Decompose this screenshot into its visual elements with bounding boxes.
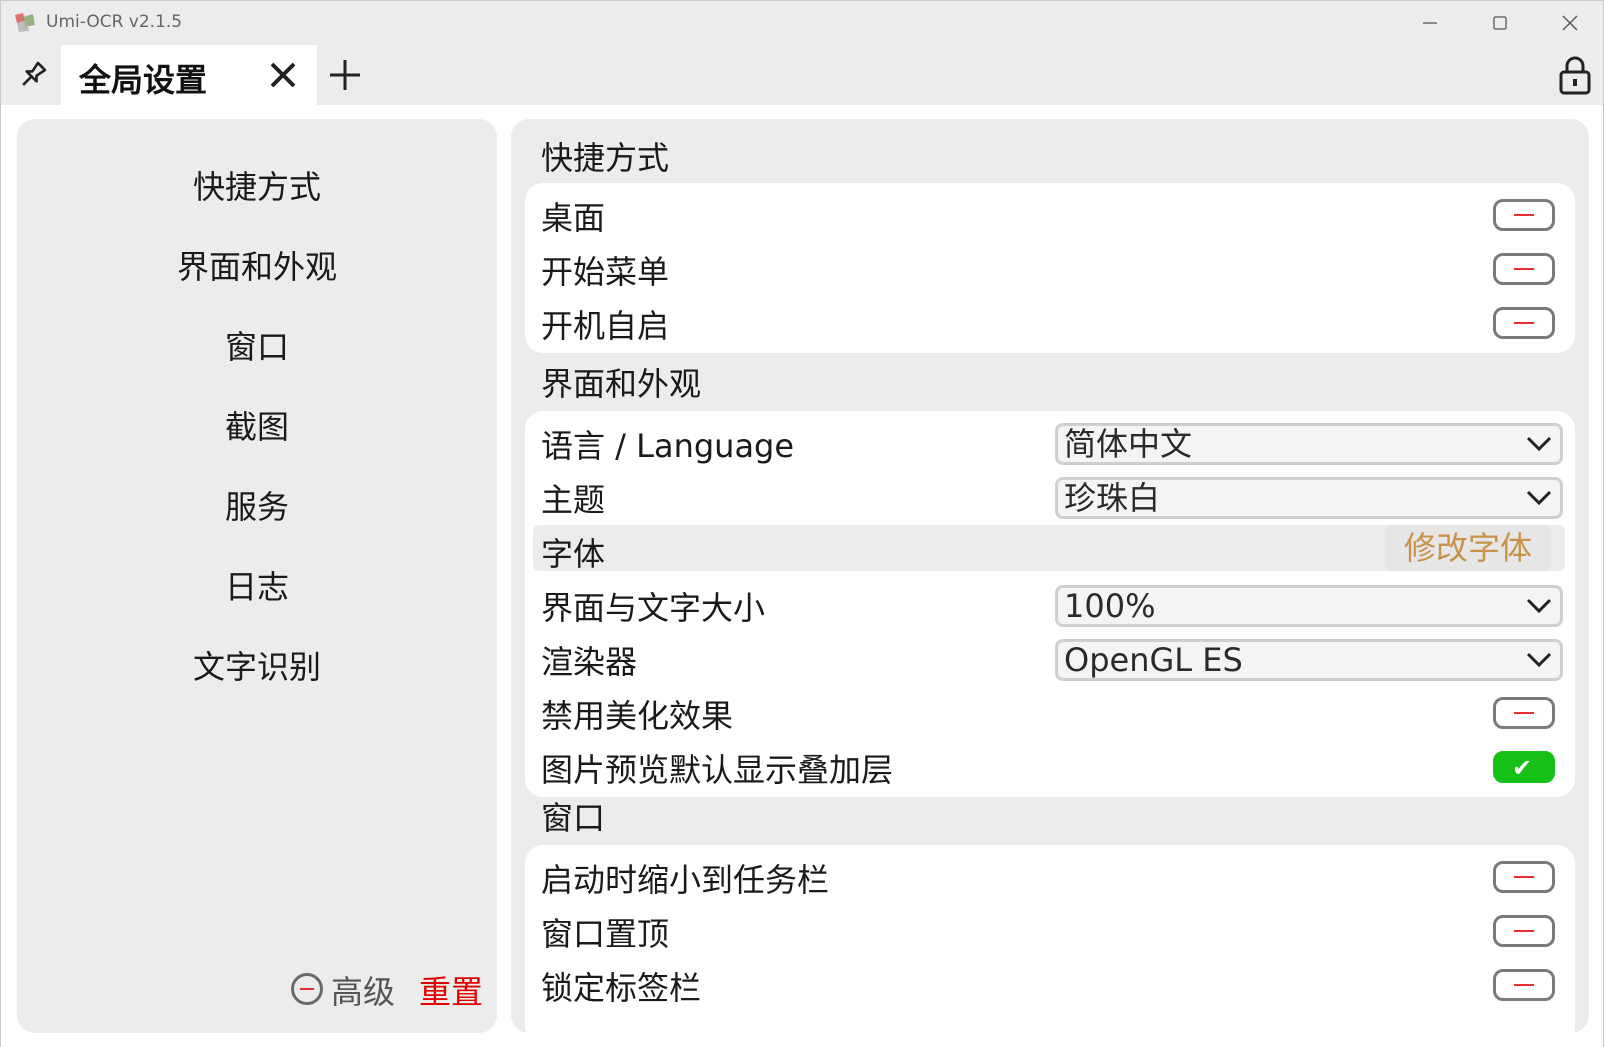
setting-row: 禁用美化效果 [525, 685, 1575, 739]
setting-row: 启动时缩小到任务栏 [525, 849, 1575, 903]
setting-row: 字体 修改字体 [525, 523, 1575, 577]
tab-global-settings[interactable]: 全局设置 [61, 45, 317, 105]
setting-row: 窗口置顶 [525, 903, 1575, 957]
sidebar: 快捷方式 界面和外观 窗口 截图 服务 日志 文字识别 高级 重置 [17, 119, 497, 1033]
off-dash-icon [1514, 322, 1534, 324]
select-value: OpenGL ES [1064, 641, 1243, 679]
close-tab-icon[interactable] [267, 59, 299, 91]
chevron-down-icon [1526, 436, 1552, 452]
sidebar-item-service[interactable]: 服务 [17, 477, 497, 537]
sidebar-item-window[interactable]: 窗口 [17, 317, 497, 377]
app-window: Umi-OCR v2.1.5 全局设置 快捷方式 界面和外观 窗口 截图 服务 … [0, 0, 1604, 1047]
setting-label: 界面与文字大小 [541, 589, 766, 627]
settings-panel: 快捷方式 桌面 开始菜单 开机自启 界面和外观 语言 / Language 简体… [511, 119, 1589, 1033]
advanced-checkbox[interactable] [291, 973, 323, 1005]
minimize-on-start-switch[interactable] [1493, 861, 1555, 893]
language-select[interactable]: 简体中文 [1055, 423, 1563, 465]
off-dash-icon [1514, 876, 1534, 878]
renderer-select[interactable]: OpenGL ES [1055, 639, 1563, 681]
sidebar-item-ocr[interactable]: 文字识别 [17, 637, 497, 697]
sidebar-item-screenshot[interactable]: 截图 [17, 397, 497, 457]
maximize-button[interactable] [1465, 1, 1535, 45]
section-title-window: 窗口 [541, 799, 606, 837]
setting-label: 开机自启 [541, 307, 670, 345]
pin-icon [22, 61, 47, 86]
advanced-label[interactable]: 高级 [331, 967, 395, 1013]
add-tab-icon[interactable] [327, 57, 363, 93]
lock-icon[interactable] [1557, 55, 1593, 95]
window-card: 启动时缩小到任务栏 窗口置顶 锁定标签栏 [525, 845, 1575, 1033]
setting-label: 桌面 [541, 199, 606, 237]
sidebar-item-shortcuts[interactable]: 快捷方式 [17, 157, 497, 217]
setting-row: 界面与文字大小 100% [525, 577, 1575, 631]
select-value: 100% [1064, 587, 1156, 625]
chevron-down-icon [1526, 652, 1552, 668]
scale-select[interactable]: 100% [1055, 585, 1563, 627]
window-title: Umi-OCR v2.1.5 [46, 12, 183, 32]
title-bar: Umi-OCR v2.1.5 [1, 1, 1603, 45]
sidebar-item-ui[interactable]: 界面和外观 [17, 237, 497, 297]
chevron-down-icon [1526, 598, 1552, 614]
ui-card: 语言 / Language 简体中文 主题 珍珠白 字体 修改字体 界面与文字大… [525, 411, 1575, 797]
minimize-button[interactable] [1395, 1, 1465, 45]
setting-row: 图片预览默认显示叠加层 ✔ [525, 739, 1575, 793]
check-icon: ✔ [1512, 754, 1533, 782]
lock-tabbar-switch[interactable] [1493, 969, 1555, 1001]
setting-label: 字体 [541, 535, 606, 573]
setting-label: 禁用美化效果 [541, 697, 734, 735]
theme-select[interactable]: 珍珠白 [1055, 477, 1563, 519]
minimize-icon [1423, 22, 1437, 24]
setting-label: 主题 [541, 481, 606, 519]
setting-row: 渲染器 OpenGL ES [525, 631, 1575, 685]
setting-row: 主题 珍珠白 [525, 469, 1575, 523]
off-dash-icon [1514, 214, 1534, 216]
app-logo-icon [15, 13, 35, 32]
tab-bar: 全局设置 [1, 45, 1603, 105]
maximize-icon [1493, 16, 1507, 30]
off-dash-icon [1514, 712, 1534, 714]
setting-label: 图片预览默认显示叠加层 [541, 751, 894, 789]
setting-label: 语言 / Language [541, 427, 795, 465]
autostart-switch[interactable] [1493, 307, 1555, 339]
off-dash-icon [1514, 268, 1534, 270]
tab-label: 全局设置 [79, 61, 208, 99]
setting-label: 启动时缩小到任务栏 [541, 861, 830, 899]
setting-row: 桌面 [525, 187, 1575, 241]
shortcuts-card: 桌面 开始菜单 开机自启 [525, 183, 1575, 353]
setting-row: 开始菜单 [525, 241, 1575, 295]
chevron-down-icon [1526, 490, 1552, 506]
setting-label: 锁定标签栏 [541, 969, 702, 1007]
setting-row: 语言 / Language 简体中文 [525, 415, 1575, 469]
section-title-shortcuts: 快捷方式 [541, 139, 670, 177]
setting-row: 锁定标签栏 [525, 957, 1575, 1011]
close-icon [1562, 15, 1578, 31]
disable-effects-switch[interactable] [1493, 697, 1555, 729]
section-title-ui: 界面和外观 [541, 365, 702, 403]
off-dash-icon [1514, 930, 1534, 932]
pin-button[interactable] [15, 57, 51, 93]
always-on-top-switch[interactable] [1493, 915, 1555, 947]
sidebar-item-log[interactable]: 日志 [17, 557, 497, 617]
off-dash-icon [1514, 984, 1534, 986]
select-value: 简体中文 [1064, 425, 1193, 463]
change-font-button[interactable]: 修改字体 [1385, 525, 1551, 571]
select-value: 珍珠白 [1064, 479, 1161, 517]
close-window-button[interactable] [1535, 1, 1604, 45]
setting-label: 窗口置顶 [541, 915, 670, 953]
overlay-switch[interactable]: ✔ [1493, 751, 1555, 783]
desktop-shortcut-switch[interactable] [1493, 199, 1555, 231]
setting-label: 渲染器 [541, 643, 638, 681]
reset-button[interactable]: 重置 [419, 967, 483, 1013]
setting-label: 开始菜单 [541, 253, 670, 291]
setting-row: 开机自启 [525, 295, 1575, 349]
start-menu-shortcut-switch[interactable] [1493, 253, 1555, 285]
